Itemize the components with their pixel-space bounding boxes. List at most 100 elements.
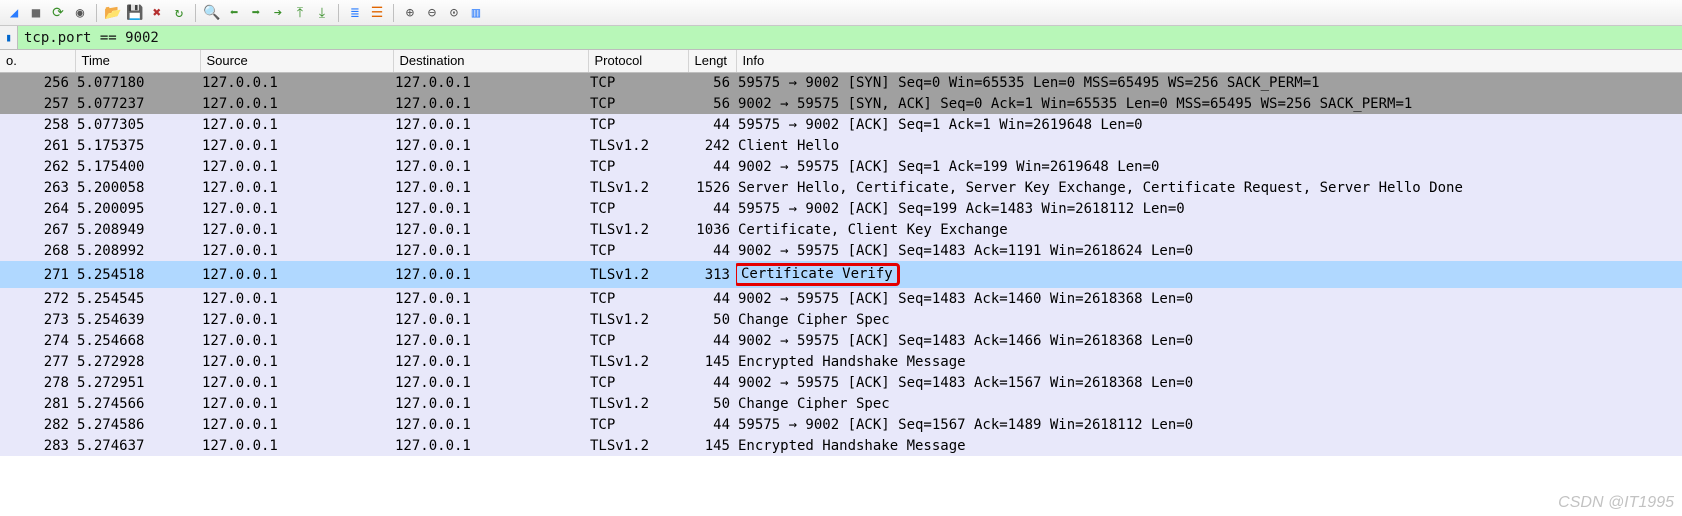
- goto-packet-icon[interactable]: ➔: [268, 3, 288, 23]
- cell-no: 281: [0, 393, 75, 414]
- auto-scroll-icon[interactable]: ≣: [345, 3, 365, 23]
- cell-no: 278: [0, 372, 75, 393]
- table-row[interactable]: 2625.175400127.0.0.1127.0.0.1TCP449002 →…: [0, 156, 1682, 177]
- col-header-length[interactable]: Lengt: [688, 50, 736, 72]
- col-header-destination[interactable]: Destination: [393, 50, 588, 72]
- options-icon[interactable]: ◉: [70, 3, 90, 23]
- table-row[interactable]: 2685.208992127.0.0.1127.0.0.1TCP449002 →…: [0, 240, 1682, 261]
- cell-time: 5.175400: [75, 156, 200, 177]
- table-row[interactable]: 2645.200095127.0.0.1127.0.0.1TCP4459575 …: [0, 198, 1682, 219]
- start-capture-icon: ◢: [10, 6, 18, 20]
- cell-protocol: TCP: [588, 372, 688, 393]
- table-row[interactable]: 2815.274566127.0.0.1127.0.0.1TLSv1.250Ch…: [0, 393, 1682, 414]
- table-row[interactable]: 2565.077180127.0.0.1127.0.0.1TCP5659575 …: [0, 72, 1682, 93]
- display-filter-input[interactable]: [18, 26, 1682, 49]
- table-row[interactable]: 2675.208949127.0.0.1127.0.0.1TLSv1.21036…: [0, 219, 1682, 240]
- cell-destination: 127.0.0.1: [393, 309, 588, 330]
- col-header-time[interactable]: Time: [75, 50, 200, 72]
- options-icon: ◉: [76, 6, 84, 20]
- cell-destination: 127.0.0.1: [393, 156, 588, 177]
- table-row[interactable]: 2635.200058127.0.0.1127.0.0.1TLSv1.21526…: [0, 177, 1682, 198]
- cell-info: Certificate, Client Key Exchange: [736, 219, 1682, 240]
- col-header-protocol[interactable]: Protocol: [588, 50, 688, 72]
- cell-no: 268: [0, 240, 75, 261]
- cell-no: 258: [0, 114, 75, 135]
- cell-time: 5.254518: [75, 261, 200, 288]
- toolbar-separator: [96, 4, 97, 22]
- save-file-icon: 💾: [126, 6, 143, 20]
- cell-time: 5.208992: [75, 240, 200, 261]
- last-packet-icon[interactable]: ⤓: [312, 3, 332, 23]
- cell-info: 9002 → 59575 [ACK] Seq=1483 Ack=1460 Win…: [736, 288, 1682, 309]
- table-row[interactable]: 2725.254545127.0.0.1127.0.0.1TCP449002 →…: [0, 288, 1682, 309]
- cell-no: 264: [0, 198, 75, 219]
- cell-time: 5.077180: [75, 72, 200, 93]
- cell-time: 5.272951: [75, 372, 200, 393]
- first-packet-icon[interactable]: ⤒: [290, 3, 310, 23]
- table-row[interactable]: 2585.077305127.0.0.1127.0.0.1TCP4459575 …: [0, 114, 1682, 135]
- table-row[interactable]: 2785.272951127.0.0.1127.0.0.1TCP449002 →…: [0, 372, 1682, 393]
- find-packet-icon[interactable]: 🔍: [202, 3, 222, 23]
- cell-length: 44: [688, 114, 736, 135]
- cell-source: 127.0.0.1: [200, 219, 393, 240]
- cell-protocol: TLSv1.2: [588, 135, 688, 156]
- table-row[interactable]: 2825.274586127.0.0.1127.0.0.1TCP4459575 …: [0, 414, 1682, 435]
- cell-info: Encrypted Handshake Message: [736, 435, 1682, 456]
- col-header-no[interactable]: o.: [0, 50, 75, 72]
- cell-no: 267: [0, 219, 75, 240]
- table-row[interactable]: 2575.077237127.0.0.1127.0.0.1TCP569002 →…: [0, 93, 1682, 114]
- restart-capture-icon: ⟳: [52, 6, 64, 20]
- cell-time: 5.077237: [75, 93, 200, 114]
- filter-bookmark-button[interactable]: ▮: [0, 26, 18, 49]
- zoom-reset-icon[interactable]: ⊙: [444, 3, 464, 23]
- cell-destination: 127.0.0.1: [393, 288, 588, 309]
- cell-protocol: TLSv1.2: [588, 177, 688, 198]
- cell-info: 9002 → 59575 [ACK] Seq=1483 Ack=1466 Win…: [736, 330, 1682, 351]
- stop-capture-icon[interactable]: ■: [26, 3, 46, 23]
- go-forward-icon: ➡: [252, 6, 260, 20]
- reload-icon[interactable]: ↻: [169, 3, 189, 23]
- cell-destination: 127.0.0.1: [393, 93, 588, 114]
- cell-length: 44: [688, 414, 736, 435]
- cell-destination: 127.0.0.1: [393, 135, 588, 156]
- colorize-icon: ☰: [371, 6, 384, 20]
- table-row[interactable]: 2775.272928127.0.0.1127.0.0.1TLSv1.2145E…: [0, 351, 1682, 372]
- cell-protocol: TCP: [588, 240, 688, 261]
- go-back-icon[interactable]: ⬅: [224, 3, 244, 23]
- zoom-out-icon[interactable]: ⊖: [422, 3, 442, 23]
- cell-length: 44: [688, 288, 736, 309]
- go-forward-icon[interactable]: ➡: [246, 3, 266, 23]
- cell-length: 56: [688, 93, 736, 114]
- packet-table: o. Time Source Destination Protocol Leng…: [0, 50, 1682, 456]
- cell-info: 9002 → 59575 [ACK] Seq=1483 Ack=1567 Win…: [736, 372, 1682, 393]
- zoom-in-icon: ⊕: [406, 6, 414, 20]
- close-file-icon[interactable]: ✖: [147, 3, 167, 23]
- toolbar-separator: [195, 4, 196, 22]
- zoom-reset-icon: ⊙: [450, 6, 458, 20]
- cell-protocol: TLSv1.2: [588, 393, 688, 414]
- colorize-icon[interactable]: ☰: [367, 3, 387, 23]
- cell-info: 9002 → 59575 [SYN, ACK] Seq=0 Ack=1 Win=…: [736, 93, 1682, 114]
- cell-length: 50: [688, 393, 736, 414]
- table-row[interactable]: 2735.254639127.0.0.1127.0.0.1TLSv1.250Ch…: [0, 309, 1682, 330]
- cell-protocol: TLSv1.2: [588, 261, 688, 288]
- cell-info: 59575 → 9002 [ACK] Seq=199 Ack=1483 Win=…: [736, 198, 1682, 219]
- packet-list-pane[interactable]: o. Time Source Destination Protocol Leng…: [0, 50, 1682, 516]
- save-file-icon[interactable]: 💾: [125, 3, 145, 23]
- table-row[interactable]: 2835.274637127.0.0.1127.0.0.1TLSv1.2145E…: [0, 435, 1682, 456]
- cell-destination: 127.0.0.1: [393, 372, 588, 393]
- table-row[interactable]: 2615.175375127.0.0.1127.0.0.1TLSv1.2242C…: [0, 135, 1682, 156]
- zoom-in-icon[interactable]: ⊕: [400, 3, 420, 23]
- cell-destination: 127.0.0.1: [393, 219, 588, 240]
- restart-capture-icon[interactable]: ⟳: [48, 3, 68, 23]
- start-capture-icon[interactable]: ◢: [4, 3, 24, 23]
- cell-length: 44: [688, 240, 736, 261]
- col-header-info[interactable]: Info: [736, 50, 1682, 72]
- col-header-source[interactable]: Source: [200, 50, 393, 72]
- cell-length: 56: [688, 72, 736, 93]
- table-row[interactable]: 2715.254518127.0.0.1127.0.0.1TLSv1.2313C…: [0, 261, 1682, 288]
- cell-source: 127.0.0.1: [200, 372, 393, 393]
- open-file-icon[interactable]: 📂: [103, 3, 123, 23]
- table-row[interactable]: 2745.254668127.0.0.1127.0.0.1TCP449002 →…: [0, 330, 1682, 351]
- resize-columns-icon[interactable]: ▥: [466, 3, 486, 23]
